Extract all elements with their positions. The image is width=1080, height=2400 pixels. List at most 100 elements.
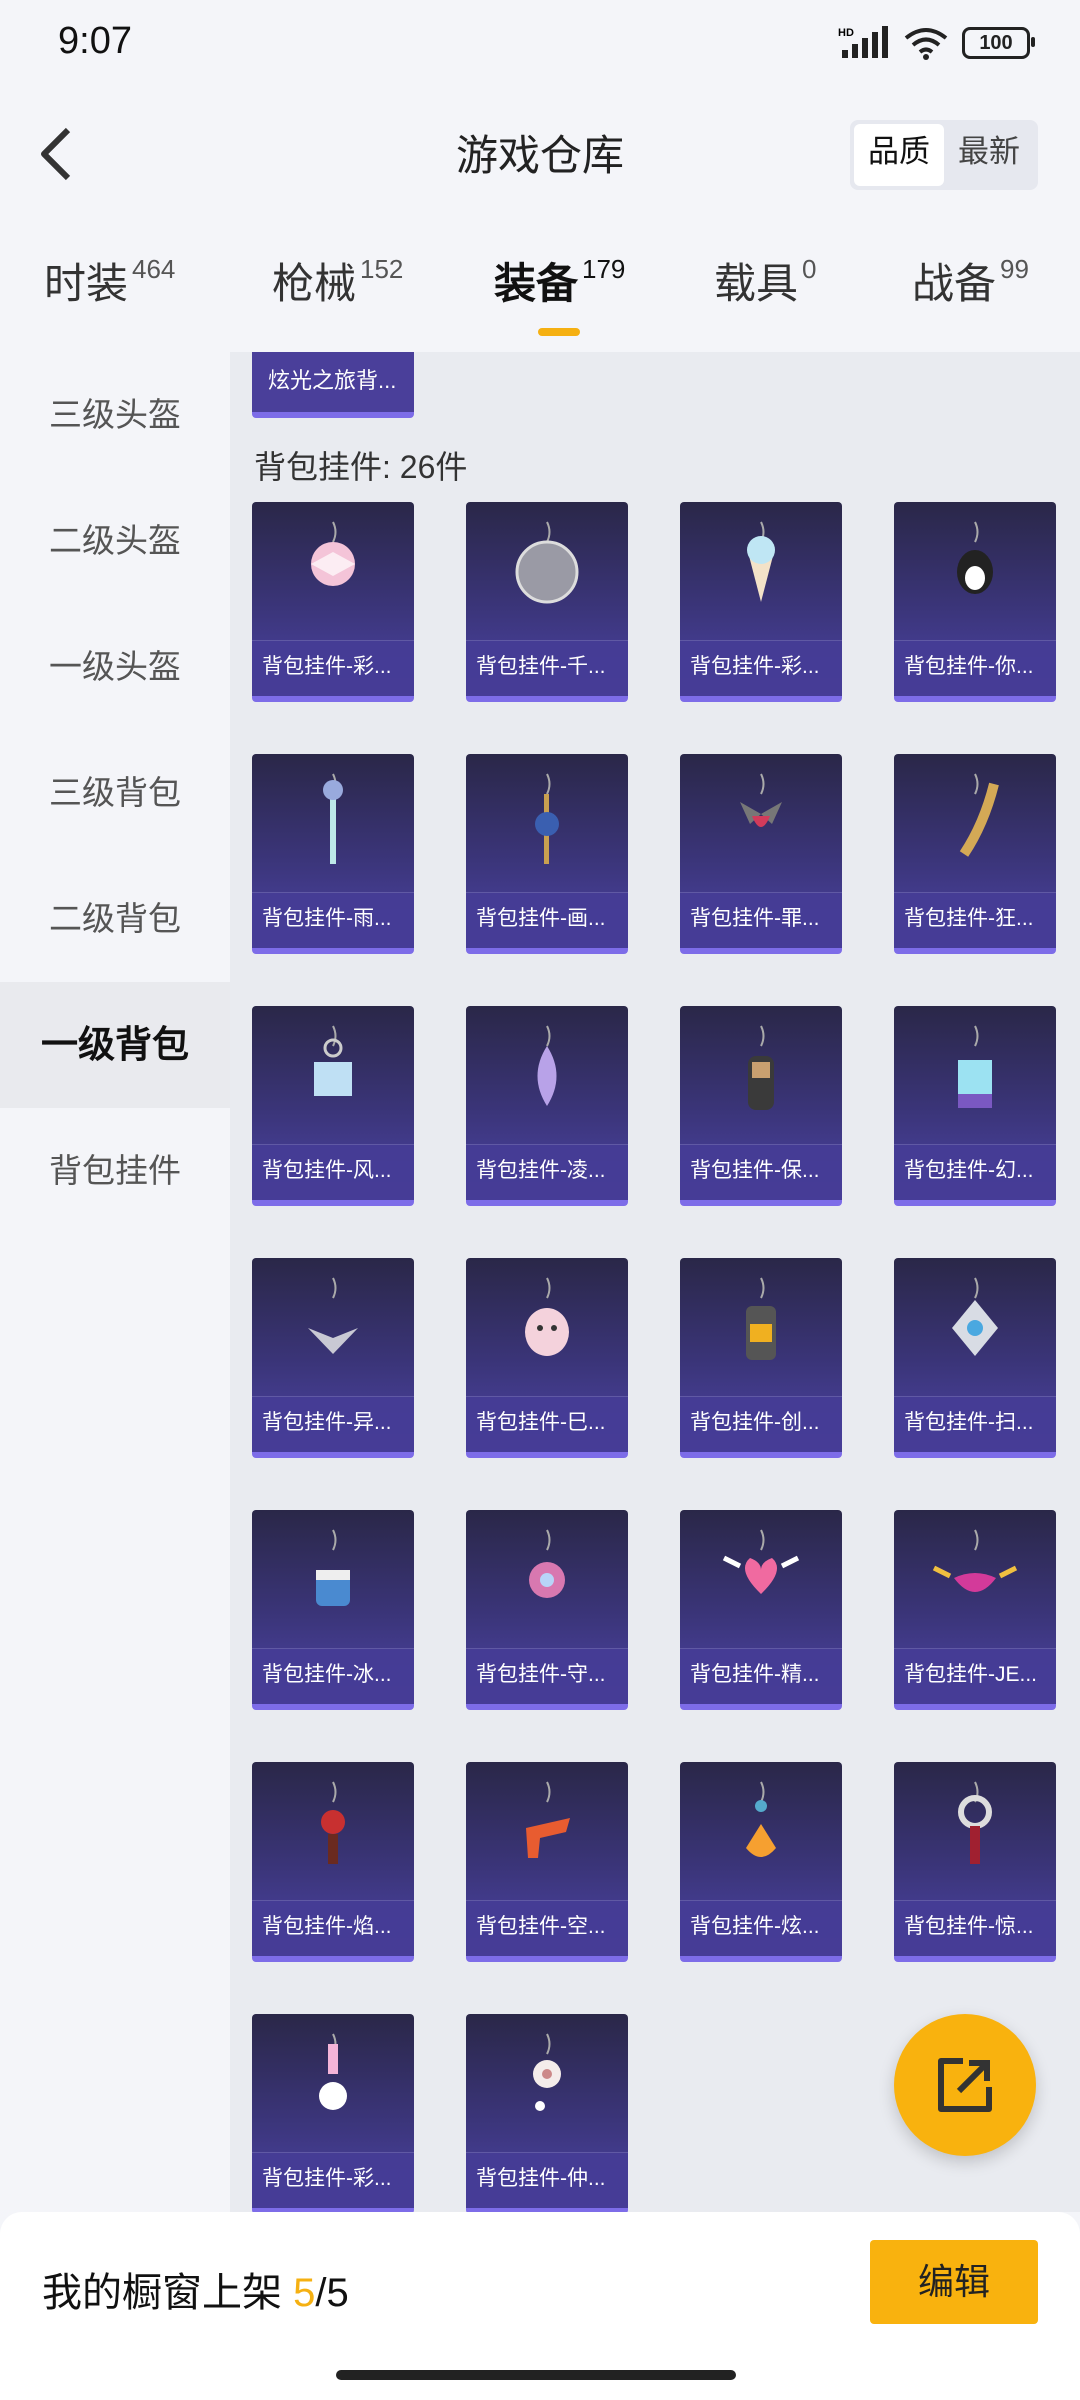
item-card[interactable]: 背包挂件-守...: [466, 1510, 628, 1710]
item-card-label: 背包挂件-守...: [466, 1648, 628, 1704]
item-card-label: 背包挂件-创...: [680, 1396, 842, 1452]
charm-thumbnail-icon: [680, 754, 842, 892]
item-card[interactable]: 背包挂件-彩...: [680, 502, 842, 702]
item-card[interactable]: 背包挂件-幻...: [894, 1006, 1056, 1206]
charm-thumbnail-icon: [894, 754, 1056, 892]
charm-thumbnail-icon: [680, 502, 842, 640]
wifi-icon: [904, 28, 948, 60]
sort-latest-button[interactable]: 最新: [944, 124, 1034, 186]
item-card[interactable]: 背包挂件-空...: [466, 1762, 628, 1962]
charm-thumbnail-icon: [466, 1510, 628, 1648]
item-card[interactable]: 背包挂件-仲...: [466, 2014, 628, 2212]
item-card-label: 背包挂件-画...: [466, 892, 628, 948]
item-card-label: 背包挂件-你...: [894, 640, 1056, 696]
item-card-label: 背包挂件-冰...: [252, 1648, 414, 1704]
tab-label: 载具: [714, 260, 799, 307]
sidebar-item-helmet-1[interactable]: 一级头盔: [0, 604, 230, 730]
item-card-label: 背包挂件-风...: [252, 1144, 414, 1200]
header: 游戏仓库 品质 最新: [0, 100, 1080, 210]
item-card[interactable]: 背包挂件-千...: [466, 502, 628, 702]
tab-supplies[interactable]: 战备 99: [912, 250, 1029, 311]
sidebar-item-helmet-2[interactable]: 二级头盔: [0, 478, 230, 604]
item-card-partial[interactable]: 炫光之旅背...: [252, 352, 414, 418]
item-card[interactable]: 背包挂件-彩...: [252, 502, 414, 702]
item-card-label: 背包挂件-扫...: [894, 1396, 1056, 1452]
item-card-label: 背包挂件-空...: [466, 1900, 628, 1956]
status-time: 9:07: [58, 20, 132, 62]
hd-badge: HD: [838, 27, 854, 39]
item-card[interactable]: 背包挂件-保...: [680, 1006, 842, 1206]
battery-icon: 100: [962, 27, 1035, 59]
item-card[interactable]: 背包挂件-惊...: [894, 1762, 1056, 1962]
item-card-label: 背包挂件-千...: [466, 640, 628, 696]
sort-quality-button[interactable]: 品质: [854, 124, 944, 186]
item-card-label: 背包挂件-仲...: [466, 2152, 628, 2208]
tab-equipment[interactable]: 装备 179: [494, 250, 626, 336]
item-card[interactable]: 背包挂件-狂...: [894, 754, 1056, 954]
tab-count: 0: [802, 254, 817, 284]
tab-label: 枪械: [272, 260, 357, 307]
item-card[interactable]: 背包挂件-炫...: [680, 1762, 842, 1962]
signal-icon: HD: [838, 26, 888, 58]
sidebar-item-backpack-1[interactable]: 一级背包: [0, 982, 230, 1108]
sidebar-item-backpack-charm[interactable]: 背包挂件: [0, 1108, 230, 1234]
item-card-label: 背包挂件-炫...: [680, 1900, 842, 1956]
item-card[interactable]: 背包挂件-凌...: [466, 1006, 628, 1206]
sidebar-item-helmet-3[interactable]: 三级头盔: [0, 352, 230, 478]
item-card[interactable]: 背包挂件-异...: [252, 1258, 414, 1458]
charm-thumbnail-icon: [894, 502, 1056, 640]
item-card[interactable]: 背包挂件-冰...: [252, 1510, 414, 1710]
charm-thumbnail-icon: [680, 1762, 842, 1900]
charm-thumbnail-icon: [252, 2014, 414, 2152]
sidebar-item-backpack-2[interactable]: 二级背包: [0, 856, 230, 982]
section-title: 背包挂件: 26件: [254, 449, 468, 485]
status-bar: 9:07 HD 100: [0, 0, 1080, 90]
item-card-label: 背包挂件-惊...: [894, 1900, 1056, 1956]
item-card[interactable]: 背包挂件-罪...: [680, 754, 842, 954]
active-tab-indicator: [538, 328, 580, 336]
item-card[interactable]: 背包挂件-精...: [680, 1510, 842, 1710]
charm-thumbnail-icon: [680, 1006, 842, 1144]
item-card-label: 背包挂件-精...: [680, 1648, 842, 1704]
sort-toggle: 品质 最新: [850, 120, 1038, 190]
item-card-label: 背包挂件-幻...: [894, 1144, 1056, 1200]
item-card[interactable]: 背包挂件-创...: [680, 1258, 842, 1458]
tab-vehicles[interactable]: 载具 0: [714, 250, 816, 311]
share-button[interactable]: [894, 2014, 1036, 2156]
charm-thumbnail-icon: [252, 1006, 414, 1144]
item-card-label: 背包挂件-巳...: [466, 1396, 628, 1452]
sidebar-item-backpack-3[interactable]: 三级背包: [0, 730, 230, 856]
item-list[interactable]: 炫光之旅背... 背包挂件: 26件 背包挂件-彩... 背包挂件-千... 背包挂…: [230, 352, 1080, 2212]
item-card-label: 背包挂件-保...: [680, 1144, 842, 1200]
item-card[interactable]: 背包挂件-彩...: [252, 2014, 414, 2212]
showcase-status: 我的橱窗上架 5/5: [42, 2260, 349, 2318]
charm-thumbnail-icon: [252, 502, 414, 640]
item-card[interactable]: 背包挂件-雨...: [252, 754, 414, 954]
tab-guns[interactable]: 枪械 152: [272, 250, 403, 311]
item-card[interactable]: 背包挂件-风...: [252, 1006, 414, 1206]
item-card[interactable]: 背包挂件-焰...: [252, 1762, 414, 1962]
tab-fashion[interactable]: 时装 464: [44, 250, 175, 311]
tab-count: 179: [582, 254, 626, 284]
home-indicator[interactable]: [336, 2370, 736, 2380]
item-card[interactable]: 背包挂件-JE...: [894, 1510, 1056, 1710]
category-tabs: 时装 464 枪械 152 装备 179 载具 0 战备 99: [0, 240, 1080, 340]
sidebar: 三级头盔 二级头盔 一级头盔 三级背包 二级背包 一级背包 背包挂件: [0, 352, 230, 2212]
item-card[interactable]: 背包挂件-扫...: [894, 1258, 1056, 1458]
edit-button[interactable]: 编辑: [870, 2240, 1038, 2324]
share-icon: [938, 2058, 992, 2112]
charm-thumbnail-icon: [252, 1762, 414, 1900]
item-card-label: 背包挂件-JE...: [894, 1648, 1056, 1704]
item-card-label: 背包挂件-彩...: [680, 640, 842, 696]
item-card-label: 背包挂件-焰...: [252, 1900, 414, 1956]
charm-thumbnail-icon: [466, 1006, 628, 1144]
charm-thumbnail-icon: [252, 1510, 414, 1648]
charm-thumbnail-icon: [894, 1006, 1056, 1144]
item-card[interactable]: 背包挂件-巳...: [466, 1258, 628, 1458]
item-card-label: 背包挂件-凌...: [466, 1144, 628, 1200]
status-icons: HD 100: [838, 26, 1035, 60]
charm-thumbnail-icon: [466, 754, 628, 892]
item-card[interactable]: 背包挂件-画...: [466, 754, 628, 954]
charm-thumbnail-icon: [894, 1258, 1056, 1396]
item-card[interactable]: 背包挂件-你...: [894, 502, 1056, 702]
